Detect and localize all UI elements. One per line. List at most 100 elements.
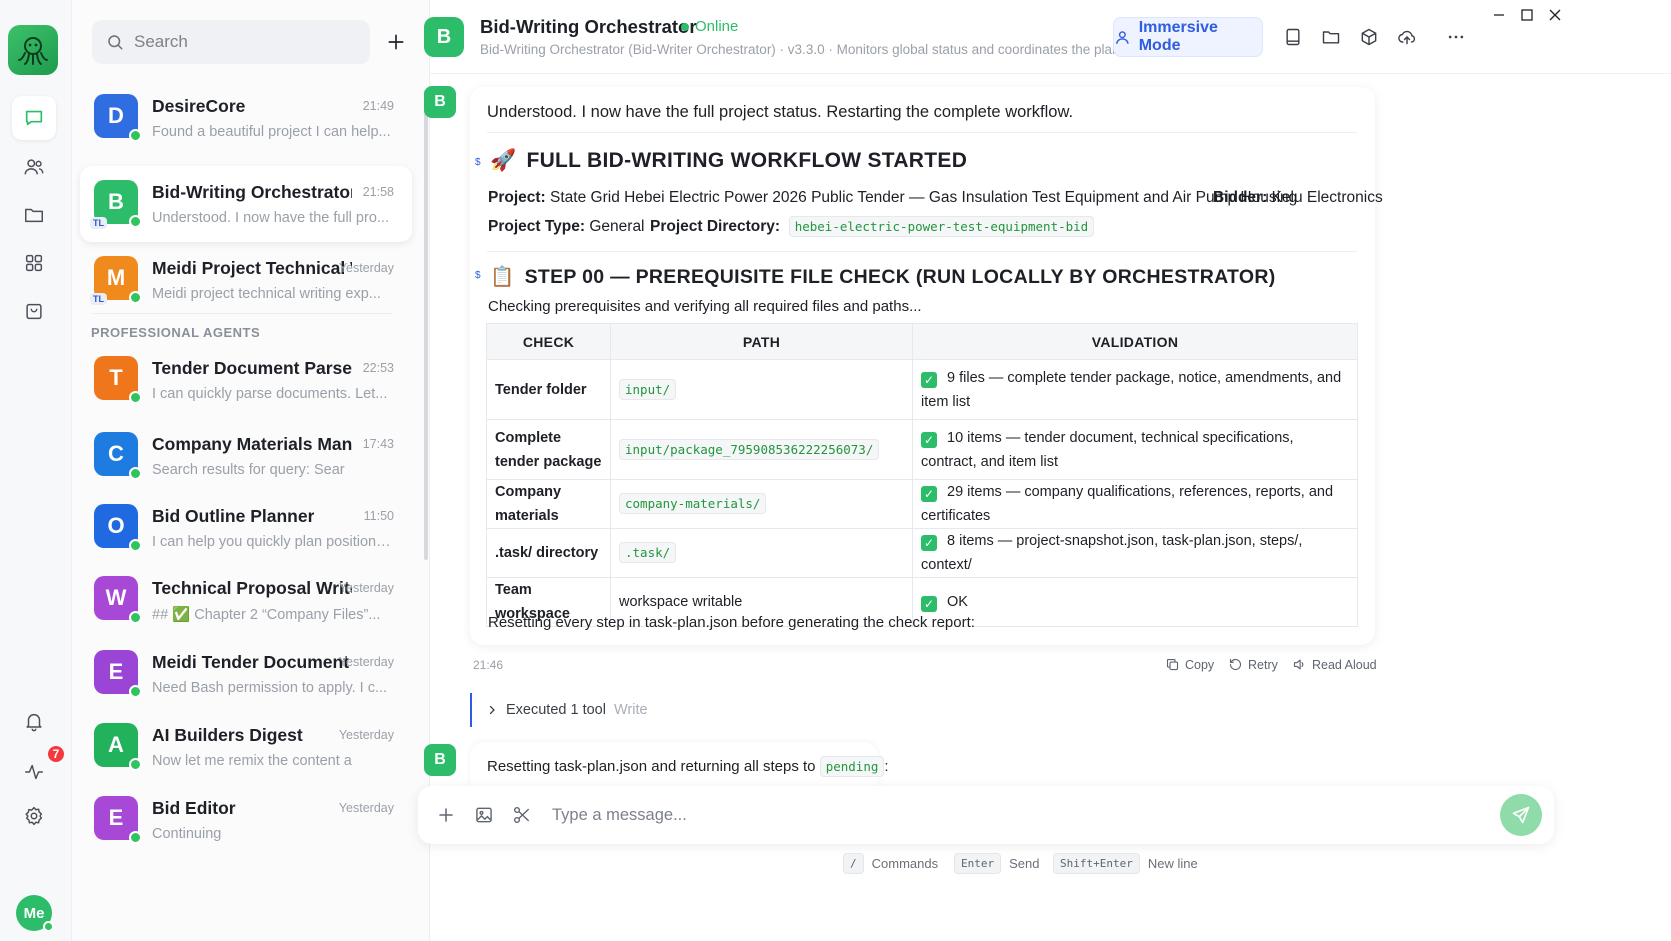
chat-list-item[interactable]: E Bid Editor Yesterday Continuing: [80, 782, 412, 858]
chat-list-item[interactable]: M TL Meidi Project Technical WriterYesterd…: [80, 242, 412, 318]
chat-list-item[interactable]: A AI Builders Digest Yesterday Now let me r…: [80, 709, 412, 785]
image-button[interactable]: [472, 803, 496, 827]
message-avatar[interactable]: B: [424, 86, 456, 118]
online-dot: [681, 22, 689, 31]
window-maximize-button[interactable]: [1516, 4, 1538, 26]
screenshot-button[interactable]: [510, 803, 534, 827]
validation-text: 9 files — complete tender package, notic…: [921, 369, 1342, 410]
retry-label: Retry: [1248, 657, 1278, 672]
package-button[interactable]: [1356, 24, 1382, 50]
store-nav-button[interactable]: [12, 289, 56, 333]
online-indicator: [129, 129, 142, 142]
agent-avatar[interactable]: B: [424, 17, 464, 57]
path-code: company-materials/: [619, 493, 767, 514]
cube-icon: [1361, 28, 1377, 46]
online-indicator: [129, 831, 142, 844]
retry-button[interactable]: Retry: [1228, 657, 1278, 672]
chat-list-item[interactable]: D DesireCore 21:49 Found a beautiful projec…: [80, 80, 412, 156]
heading-text: FULL BID-WRITING WORKFLOW STARTED: [526, 149, 968, 172]
left-rail: 7 Me: [0, 0, 72, 941]
chat-list-item[interactable]: W Technical Proposal Writer Yesterday ## ✅ …: [80, 562, 412, 638]
window-close-button[interactable]: [1544, 4, 1566, 26]
table-header-row: CHECK PATH VALIDATION: [486, 323, 1358, 360]
divider: [487, 132, 1357, 133]
more-horizontal-icon: [1448, 35, 1464, 39]
bidder-label: Bidder:: [1213, 189, 1268, 206]
new-chat-button[interactable]: [380, 26, 412, 58]
hint-commands: / Commands: [843, 853, 938, 874]
validation-cell: ✓ 9 files — complete tender package, noti…: [912, 359, 1358, 420]
hint-text: Send: [1009, 856, 1040, 871]
files-nav-button[interactable]: [12, 193, 56, 237]
window-minimize-button[interactable]: [1488, 4, 1510, 26]
chat-list-item[interactable]: T Tender Document Parser 22:53 I can quickl…: [80, 342, 412, 418]
notebook-icon: [1286, 28, 1300, 46]
app-logo[interactable]: [8, 25, 58, 75]
pending-code: pending: [819, 756, 885, 777]
path-code: input/package_795908536222256073/: [619, 438, 880, 460]
upload-button[interactable]: [1394, 24, 1420, 50]
speaker-icon: [1293, 659, 1304, 670]
message-input[interactable]: [552, 802, 1412, 828]
tool-execution-toggle[interactable]: Executed 1 tool Write: [470, 693, 648, 727]
bell-icon: [26, 713, 42, 732]
validation-cell: ✓ 10 items — tender document, technical s…: [912, 419, 1358, 480]
status-badge: Online: [681, 18, 738, 35]
divider: [487, 251, 1357, 252]
project-value: State Grid Hebei Electric Power 2026 Pub…: [550, 189, 1298, 206]
sidebar-scrollbar[interactable]: [424, 90, 428, 560]
tool-label: Executed 1 tool: [506, 702, 606, 718]
message-avatar[interactable]: B: [424, 744, 456, 776]
chat-list-item[interactable]: B TL Bid-Writing Orchestrator 21:58 Understo…: [80, 166, 412, 242]
chat-nav-button[interactable]: [12, 96, 56, 140]
chat-name: Bid Editor: [152, 798, 236, 818]
clipboard-icon: 📋: [490, 266, 515, 288]
chat-preview: Now let me remix the content a: [152, 753, 352, 769]
chat-avatar: T: [94, 356, 142, 404]
chat-avatar-initial: M: [106, 265, 126, 290]
chat-main: B Bid-Writing Orchestrator Online Bid-Wr…: [418, 0, 1671, 941]
chat-avatar-initial: T: [109, 365, 123, 390]
chat-avatar-initial: W: [105, 585, 127, 610]
chat-time: 21:58: [362, 185, 394, 199]
read-aloud-button[interactable]: Read Aloud: [1292, 657, 1377, 672]
heading-anchor[interactable]: $: [475, 157, 481, 168]
chat-list-item[interactable]: E Meidi Tender Document ParserYesterday Ne…: [80, 636, 412, 712]
copy-button[interactable]: Copy: [1165, 657, 1214, 672]
chat-avatar-initial: C: [108, 441, 124, 466]
apps-nav-button[interactable]: [12, 241, 56, 285]
add-attachment-button[interactable]: [434, 803, 458, 827]
search-input[interactable]: [134, 32, 354, 52]
notes-button[interactable]: [1280, 24, 1306, 50]
chat-list-item[interactable]: O Bid Outline Planner 11:50 I can help you …: [80, 490, 412, 566]
assistant-message: Understood. I now have the full project …: [470, 87, 1383, 645]
cloud-upload-icon: [1398, 30, 1416, 45]
chat-avatar: C: [94, 432, 142, 480]
notifications-button[interactable]: [12, 699, 56, 743]
user-avatar[interactable]: Me: [16, 895, 54, 932]
chat-list-item[interactable]: C Company Materials Manager 17:43 Search re…: [80, 418, 412, 494]
project-files-button[interactable]: [1318, 24, 1344, 50]
checkbox-checked-icon: ✓: [921, 431, 937, 448]
table-row: Company materials company-materials/ ✓ 29 i…: [486, 479, 1358, 529]
activity-nav-button[interactable]: [12, 750, 56, 794]
chat-avatar: B TL: [90, 180, 142, 229]
hint-text: New line: [1147, 856, 1198, 871]
chat-avatar: E: [94, 796, 142, 844]
chat-bubble-icon: [25, 110, 43, 126]
user-avatar-label: Me: [23, 904, 45, 922]
chat-avatar: O: [94, 504, 142, 552]
heading-anchor[interactable]: $: [475, 270, 481, 281]
settings-nav-button[interactable]: [12, 794, 56, 838]
immersive-mode-button[interactable]: Immersive Mode: [1113, 17, 1263, 57]
online-indicator: [129, 539, 142, 552]
chat-name: AI Builders Digest: [152, 725, 303, 745]
send-icon: [1512, 806, 1530, 824]
table-body: Tender folder input/✓ 9 files — complete t…: [486, 359, 1358, 627]
search-box[interactable]: [92, 20, 370, 64]
more-options-button[interactable]: [1443, 24, 1469, 50]
check-cell: .task/ directory: [486, 528, 611, 578]
chat-avatar-initial: A: [108, 732, 124, 757]
contacts-nav-button[interactable]: [12, 145, 56, 189]
send-button[interactable]: [1500, 794, 1542, 836]
